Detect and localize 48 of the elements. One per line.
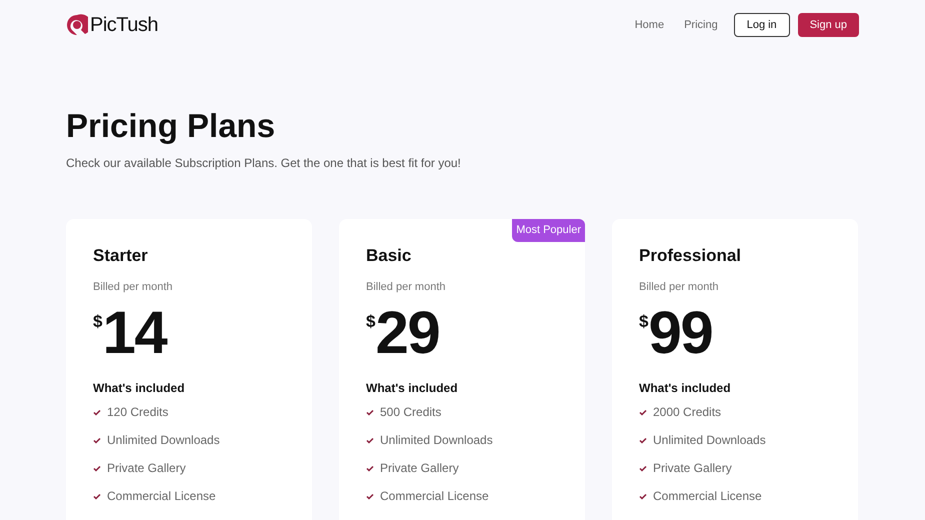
nav-link[interactable]: Home <box>634 16 664 34</box>
check-icon <box>366 436 374 444</box>
feature-text: Unlimited Downloads <box>653 432 766 450</box>
nav-link[interactable]: Pricing <box>684 16 718 34</box>
logo-icon <box>66 14 88 36</box>
currency-symbol: $ <box>93 311 102 334</box>
check-icon <box>93 464 101 472</box>
brand-name: PicTush <box>90 13 158 38</box>
feature-text: 500 Credits <box>380 404 442 422</box>
billing-period: Billed per month <box>93 280 174 295</box>
check-icon <box>366 492 374 500</box>
plan-name: Basic <box>366 245 412 268</box>
check-icon <box>639 408 647 416</box>
feature-text: Unlimited Downloads <box>107 432 220 450</box>
plan-price: 29 <box>375 303 440 364</box>
feature-text: 2000 Credits <box>653 404 722 422</box>
features-heading: What's included <box>639 380 732 398</box>
page-subtitle: Check our available Subscription Plans. Get the one that is best fit for you! <box>66 155 462 172</box>
check-icon <box>639 464 647 472</box>
check-icon <box>93 408 101 416</box>
check-icon <box>93 492 101 500</box>
feature-text: Commercial License <box>107 488 216 506</box>
feature-text: Private Gallery <box>380 460 459 478</box>
currency-symbol: $ <box>639 311 648 334</box>
check-icon <box>366 464 374 472</box>
check-icon <box>366 408 374 416</box>
features-heading: What's included <box>93 380 186 398</box>
signup-button[interactable]: Sign up <box>798 13 859 37</box>
feature-text: Commercial License <box>380 488 489 506</box>
plan-price: 99 <box>648 303 712 364</box>
popular-badge: Most Populer <box>512 219 585 242</box>
feature-text: Private Gallery <box>107 460 186 478</box>
check-icon <box>639 492 647 500</box>
currency-symbol: $ <box>366 311 376 334</box>
check-icon <box>93 436 101 444</box>
feature-text: Unlimited Downloads <box>380 432 493 450</box>
features-heading: What's included <box>366 380 459 398</box>
plan-price: 14 <box>102 303 166 364</box>
billing-period: Billed per month <box>639 280 720 295</box>
login-button[interactable]: Log in <box>734 13 790 37</box>
feature-text: Private Gallery <box>653 460 732 478</box>
page-title: Pricing Plans <box>66 106 276 146</box>
feature-text: 120 Credits <box>107 404 168 422</box>
plan-name: Professional <box>639 245 742 268</box>
feature-text: Commercial License <box>653 488 762 506</box>
plan-name: Starter <box>93 245 149 268</box>
check-icon <box>639 436 647 444</box>
billing-period: Billed per month <box>366 280 446 295</box>
